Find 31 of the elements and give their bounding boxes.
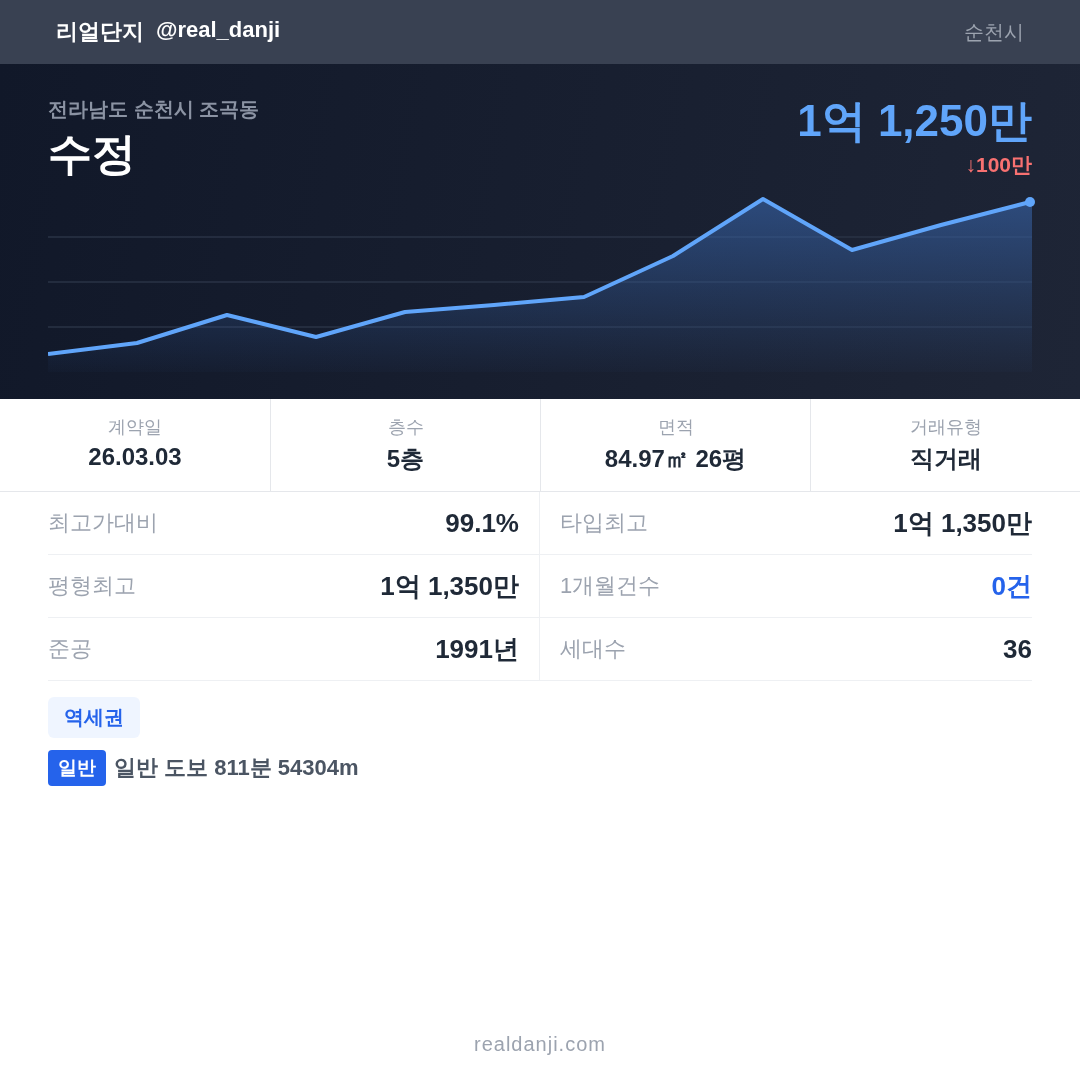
brand-name: 리얼단지 [56,18,144,46]
address: 전라남도 순천시 조곡동 [48,97,260,122]
metric-value: 0건 [991,569,1032,603]
price: 1억 1,250만 [797,95,1032,147]
metric-label: 타입최고 [560,509,648,537]
stat-label: 거래유형 [909,416,982,439]
stat-label: 계약일 [108,416,162,439]
complex-name: 수정 [48,128,137,180]
stat-value: 직거래 [909,444,982,474]
stat-label: 층수 [387,416,424,439]
area-tag: 역세권 [48,697,140,738]
metric-label: 평형최고 [48,572,136,600]
metric-label: 최고가대비 [48,509,158,537]
metric-value: 1억 1,350만 [380,569,519,603]
metric-label: 세대수 [560,635,626,663]
metric-value: 99.1% [445,507,519,539]
metric-label: 준공 [48,635,92,663]
station-distance: 일반 도보 811분 54304m [114,754,359,782]
metric-value: 36 [1003,633,1032,665]
stat-label: 면적 [657,416,694,439]
city-name: 순천시 [964,19,1024,45]
website-address: realdanji.com [474,1033,606,1056]
metric-label: 1개월건수 [560,572,661,600]
category-badge: 일반 [48,750,106,786]
stat-value: 26.03.03 [88,443,182,471]
metric-value: 1991년 [435,632,519,666]
price-change: ↓100만 [965,152,1032,178]
account-handle: @real_danji [156,17,281,44]
stat-value: 5층 [386,444,425,474]
metric-value: 1억 1,350만 [893,506,1032,540]
stat-value: 84.97㎡ 26평 [604,444,747,474]
